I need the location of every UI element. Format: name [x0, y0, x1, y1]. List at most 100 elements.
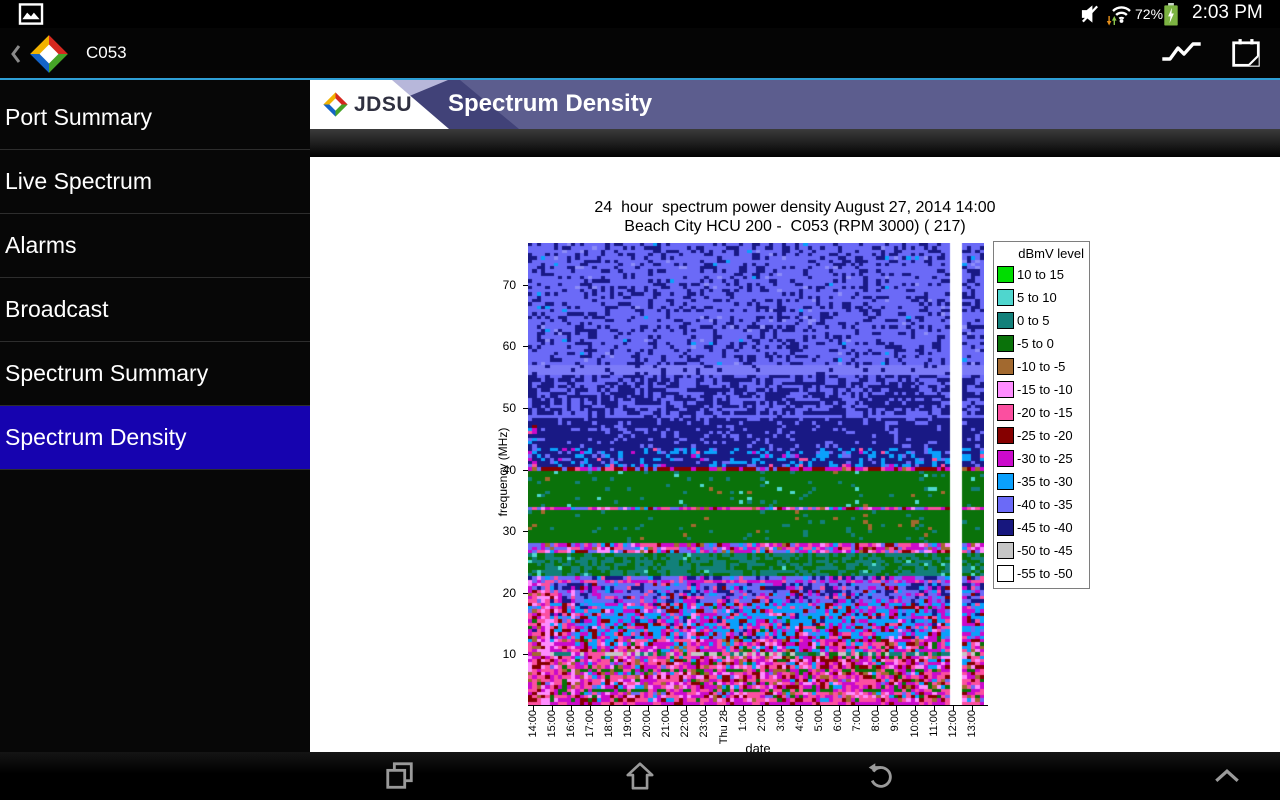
legend-entry: 5 to 10	[994, 286, 1089, 309]
x-tick-label: 20:00	[641, 710, 654, 750]
x-tick-label: Thu 28	[718, 710, 731, 750]
legend: dBmV level 10 to 155 to 100 to 5-5 to 0-…	[993, 241, 1090, 589]
sidebar-item-spectrum-summary[interactable]: Spectrum Summary	[0, 342, 310, 406]
legend-entry-label: -40 to -35	[1017, 497, 1073, 512]
x-tick-label: 16:00	[565, 710, 578, 750]
legend-entry-label: -5 to 0	[1017, 336, 1054, 351]
x-tick-label: 10:00	[909, 710, 922, 750]
y-tick-label: 50	[488, 401, 516, 415]
calendar-icon[interactable]	[1232, 38, 1260, 68]
chart-area: 24 hour spectrum power density August 27…	[310, 157, 1280, 752]
x-tick-label: 1:00	[737, 710, 750, 750]
collapse-icon[interactable]	[1214, 768, 1240, 783]
legend-entry: -45 to -40	[994, 516, 1089, 539]
sidebar-item-broadcast[interactable]: Broadcast	[0, 278, 310, 342]
y-tick-label: 70	[488, 278, 516, 292]
x-tick-label: 14:00	[527, 710, 540, 750]
x-tick-label: 8:00	[870, 710, 883, 750]
battery-charging-icon	[1164, 3, 1178, 26]
legend-swatch	[997, 427, 1014, 444]
legend-swatch	[997, 335, 1014, 352]
legend-entry: -40 to -35	[994, 493, 1089, 516]
legend-entry-label: 0 to 5	[1017, 313, 1050, 328]
legend-entry-label: -35 to -30	[1017, 474, 1073, 489]
status-bar: 72% 2:03 PM	[0, 0, 1280, 28]
y-tick-label: 60	[488, 339, 516, 353]
legend-entry: -30 to -25	[994, 447, 1089, 470]
y-tick-mark	[523, 531, 528, 532]
brand-text: JDSU	[354, 93, 412, 117]
legend-swatch	[997, 289, 1014, 306]
y-tick-mark	[523, 285, 528, 286]
jdsu-logo-icon[interactable]	[28, 33, 70, 75]
legend-entry-label: 5 to 10	[1017, 290, 1057, 305]
legend-entries: 10 to 155 to 100 to 5-5 to 0-10 to -5-15…	[994, 263, 1089, 585]
y-tick-label: 10	[488, 647, 516, 661]
y-tick-mark	[523, 346, 528, 347]
legend-swatch	[997, 358, 1014, 375]
legend-entry: 10 to 15	[994, 263, 1089, 286]
legend-entry-label: -30 to -25	[1017, 451, 1073, 466]
y-tick-mark	[523, 654, 528, 655]
recents-icon[interactable]	[384, 760, 416, 792]
x-tick-label: 9:00	[889, 710, 902, 750]
x-tick-label: 17:00	[584, 710, 597, 750]
x-tick-label: 12:00	[947, 710, 960, 750]
spectrum-chart-icon[interactable]	[1160, 40, 1204, 66]
chart-subtitle: Beach City HCU 200 - C053 (RPM 3000) ( 2…	[310, 218, 1280, 236]
legend-entry: 0 to 5	[994, 309, 1089, 332]
legend-entry: -50 to -45	[994, 539, 1089, 562]
legend-entry: -25 to -20	[994, 424, 1089, 447]
navigation-bar	[0, 752, 1280, 800]
chart-title: 24 hour spectrum power density August 27…	[310, 199, 1280, 217]
x-tick-label: 3:00	[775, 710, 788, 750]
page-title: Spectrum Density	[448, 90, 652, 118]
home-icon[interactable]	[624, 760, 656, 792]
legend-swatch	[997, 381, 1014, 398]
x-tick-label: 15:00	[546, 710, 559, 750]
legend-entry: -5 to 0	[994, 332, 1089, 355]
x-tick-label: 23:00	[698, 710, 711, 750]
android-tablet-screen: 72% 2:03 PM C053 P	[0, 0, 1280, 800]
y-tick-mark	[523, 593, 528, 594]
legend-swatch	[997, 404, 1014, 421]
back-chevron-icon[interactable]	[10, 44, 22, 64]
legend-swatch	[997, 450, 1014, 467]
legend-swatch	[997, 519, 1014, 536]
x-tick-label: 4:00	[794, 710, 807, 750]
x-tick-label: 6:00	[832, 710, 845, 750]
legend-swatch	[997, 565, 1014, 582]
legend-entry: -20 to -15	[994, 401, 1089, 424]
y-tick-label: 30	[488, 524, 516, 538]
wifi-icon	[1106, 2, 1133, 27]
back-icon[interactable]	[864, 760, 896, 792]
x-tick-label: 22:00	[679, 710, 692, 750]
app-bar: C053	[0, 28, 1280, 80]
legend-entry-label: -55 to -50	[1017, 566, 1073, 581]
spectrum-density-heatmap	[528, 243, 984, 705]
y-tick-mark	[523, 470, 528, 471]
legend-entry-label: -50 to -45	[1017, 543, 1073, 558]
x-tick-label: 19:00	[622, 710, 635, 750]
mute-icon	[1080, 4, 1101, 24]
y-tick-label: 40	[488, 463, 516, 477]
sidebar-item-alarms[interactable]: Alarms	[0, 214, 310, 278]
content-header: JDSU Spectrum Density	[310, 80, 1280, 129]
sidebar-item-port-summary[interactable]: Port Summary	[0, 86, 310, 150]
sidebar-item-live-spectrum[interactable]: Live Spectrum	[0, 150, 310, 214]
legend-entry-label: -25 to -20	[1017, 428, 1073, 443]
legend-entry-label: -10 to -5	[1017, 359, 1065, 374]
legend-entry-label: -45 to -40	[1017, 520, 1073, 535]
x-tick-label: 21:00	[660, 710, 673, 750]
legend-swatch	[997, 496, 1014, 513]
legend-swatch	[997, 312, 1014, 329]
x-tick-label: 2:00	[756, 710, 769, 750]
header-shadow-strip	[310, 129, 1280, 157]
x-tick-label: 13:00	[966, 710, 979, 750]
jdsu-brand: JDSU	[322, 91, 412, 118]
clock: 2:03 PM	[1192, 2, 1263, 24]
sidebar-item-spectrum-density[interactable]: Spectrum Density	[0, 406, 310, 470]
x-tick-label: 5:00	[813, 710, 826, 750]
x-axis-line	[528, 705, 988, 706]
sidebar-menu: Port SummaryLive SpectrumAlarmsBroadcast…	[0, 80, 310, 752]
